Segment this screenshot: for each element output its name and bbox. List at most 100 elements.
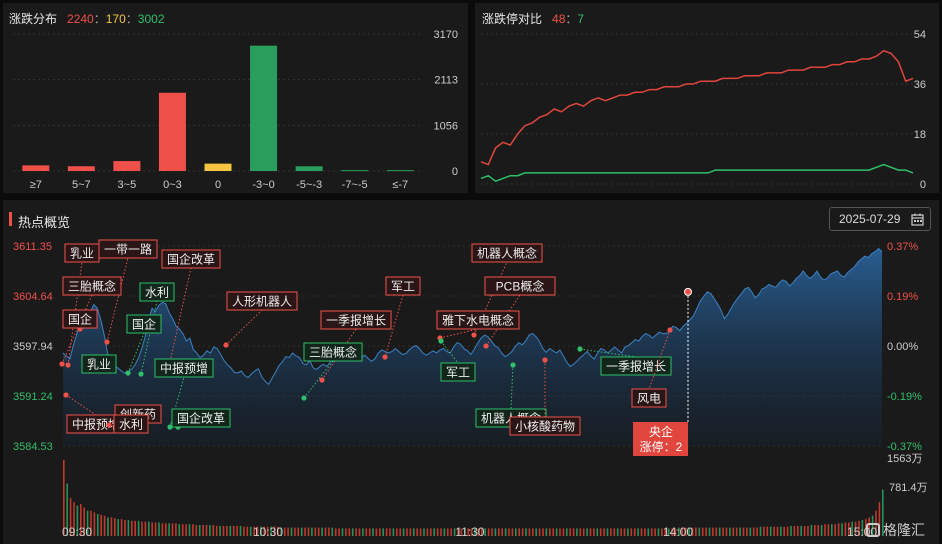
callout-point	[684, 287, 692, 296]
volume-bar	[511, 528, 514, 536]
volume-bar	[844, 522, 847, 536]
annotation-label: 国企改革	[177, 411, 225, 426]
volume-bar	[797, 525, 799, 536]
volume-bar	[399, 528, 401, 536]
volume-bar	[195, 525, 198, 536]
volume-bar	[107, 517, 109, 536]
volume-bar	[202, 525, 204, 536]
volume-bar	[769, 526, 772, 536]
volume-bar	[222, 525, 225, 536]
hotspot-y-tick-left: 3611.35	[13, 241, 52, 253]
volume-bar	[763, 526, 765, 536]
volume-bar	[362, 528, 364, 536]
volume-bar	[814, 525, 816, 536]
volume-bar	[491, 528, 493, 536]
volume-bar	[831, 524, 833, 536]
volume-bar	[572, 528, 575, 536]
volume-bar	[786, 526, 789, 536]
volume-bar	[824, 524, 826, 536]
volume-bar	[229, 525, 232, 536]
volume-bar	[790, 525, 792, 536]
volume-bar	[450, 528, 452, 536]
volume-bar	[508, 528, 510, 536]
hotspot-y-tick-right: -0.19%	[887, 391, 922, 403]
volume-bar	[566, 528, 568, 536]
volume-bar	[392, 528, 395, 536]
volume-bar	[596, 528, 599, 536]
volume-bar	[695, 527, 697, 536]
volume-bar	[324, 527, 327, 536]
volume-bar	[307, 527, 310, 536]
volume-bar	[722, 527, 724, 536]
annotation-label: 军工	[446, 366, 470, 380]
volume-bar	[423, 528, 425, 536]
volume-bar	[406, 528, 408, 536]
volume-bar	[515, 528, 517, 536]
logo-text: 格隆汇	[883, 522, 925, 538]
annotation-point	[104, 339, 110, 345]
volume-bar	[168, 523, 170, 536]
annotation-label: 一季报增长	[326, 313, 386, 328]
volume-bar	[562, 528, 565, 536]
volume-bar	[810, 525, 813, 536]
volume-bar	[215, 525, 218, 536]
volume-bar	[436, 528, 439, 536]
volume-bar	[409, 528, 412, 536]
hotspot-x-tick: 09:30	[62, 525, 92, 539]
volume-bar	[820, 525, 823, 536]
volume-bar	[739, 527, 741, 536]
annotation-label: 中报预增	[72, 417, 120, 432]
volume-bar	[827, 524, 830, 536]
volume-bar	[379, 528, 381, 536]
volume-bar	[504, 528, 507, 536]
volume-bar	[552, 528, 554, 536]
volume-bar	[586, 528, 588, 536]
annotation-label: PCB概念	[496, 279, 545, 294]
volume-bar	[759, 526, 762, 536]
annotation-point	[301, 395, 307, 401]
volume-bar	[582, 528, 585, 536]
volume-bar	[528, 528, 531, 536]
volume-bar	[368, 528, 371, 536]
hotspot-x-tick: 14:00	[663, 525, 693, 539]
volume-bar	[158, 522, 160, 536]
volume-bar	[161, 523, 164, 536]
volume-bar	[746, 527, 748, 536]
hotspot-y-tick-left: 3597.94	[13, 341, 53, 353]
volume-bar	[800, 525, 802, 536]
annotation-point	[106, 422, 112, 428]
brand-logo: 格隆汇	[866, 520, 925, 540]
volume-bar	[498, 528, 500, 536]
volume-bar	[375, 528, 378, 536]
hotspot-y-tick-left: 3591.24	[13, 391, 53, 403]
volume-bar	[732, 527, 735, 536]
volume-bar	[834, 524, 836, 536]
volume-bar	[647, 528, 650, 536]
volume-bar	[705, 527, 707, 536]
annotation-label: 一带一路	[104, 242, 152, 257]
volume-bar	[287, 527, 289, 536]
volume-bar	[776, 526, 779, 536]
annotation-point	[542, 357, 548, 363]
volume-bar	[542, 528, 544, 536]
volume-bar	[103, 515, 106, 536]
volume-bar	[355, 528, 357, 536]
volume-bar	[181, 524, 184, 536]
hotspot-y-tick-left: 3604.64	[13, 291, 53, 303]
annotation-label: 军工	[391, 280, 415, 294]
volume-bar	[137, 520, 140, 536]
volume-bar	[443, 528, 446, 536]
volume-bar	[518, 528, 520, 536]
volume-bar	[712, 527, 714, 536]
annotation-leader	[106, 257, 129, 343]
volume-bar	[100, 514, 102, 536]
volume-bar	[300, 527, 303, 536]
volume-bar	[131, 520, 133, 536]
volume-bar	[616, 528, 619, 536]
annotation-point	[510, 362, 516, 368]
volume-bar	[447, 528, 449, 536]
volume-bar	[124, 520, 126, 536]
annotation-point	[667, 327, 673, 333]
volume-bar	[640, 528, 643, 536]
volume-bar	[576, 528, 578, 536]
